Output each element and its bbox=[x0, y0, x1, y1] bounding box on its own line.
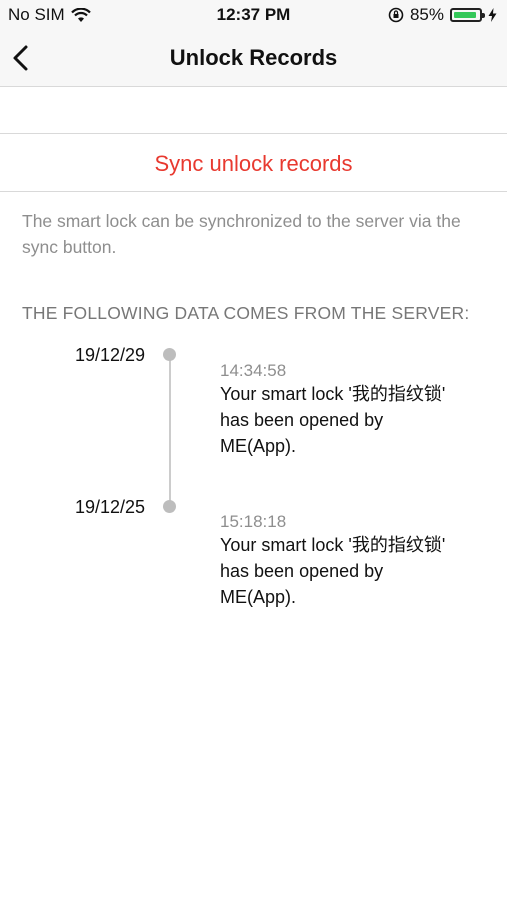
sync-unlock-records-button[interactable]: Sync unlock records bbox=[0, 134, 507, 192]
timeline-dot bbox=[163, 500, 176, 513]
record-date: 19/12/29 bbox=[75, 345, 146, 365]
record-message: Your smart lock '我的指纹锁' has been opened … bbox=[220, 384, 446, 456]
record-date: 19/12/25 bbox=[75, 497, 146, 517]
battery-percent: 85% bbox=[409, 5, 444, 24]
sync-button-label: Sync unlock records bbox=[154, 151, 353, 176]
timeline-dot bbox=[163, 348, 176, 361]
timeline-line bbox=[169, 354, 171, 506]
section-spacer bbox=[0, 87, 507, 134]
orientation-lock-icon bbox=[388, 7, 404, 23]
record-time: 15:18:18 bbox=[220, 512, 287, 531]
navigation-bar: Unlock Records bbox=[0, 30, 507, 87]
record-message: Your smart lock '我的指纹锁' has been opened … bbox=[220, 535, 446, 607]
charging-bolt-icon bbox=[488, 8, 497, 22]
page-title: Unlock Records bbox=[169, 45, 338, 70]
record-time: 14:34:58 bbox=[220, 361, 287, 380]
battery-icon bbox=[450, 8, 485, 22]
sync-description: The smart lock can be synchronized to th… bbox=[22, 211, 461, 257]
server-data-header: THE FOLLOWING DATA COMES FROM THE SERVER… bbox=[22, 303, 470, 323]
status-right: 85% bbox=[388, 5, 497, 25]
status-bar: No SIM 12:37 PM 85% bbox=[0, 0, 507, 30]
